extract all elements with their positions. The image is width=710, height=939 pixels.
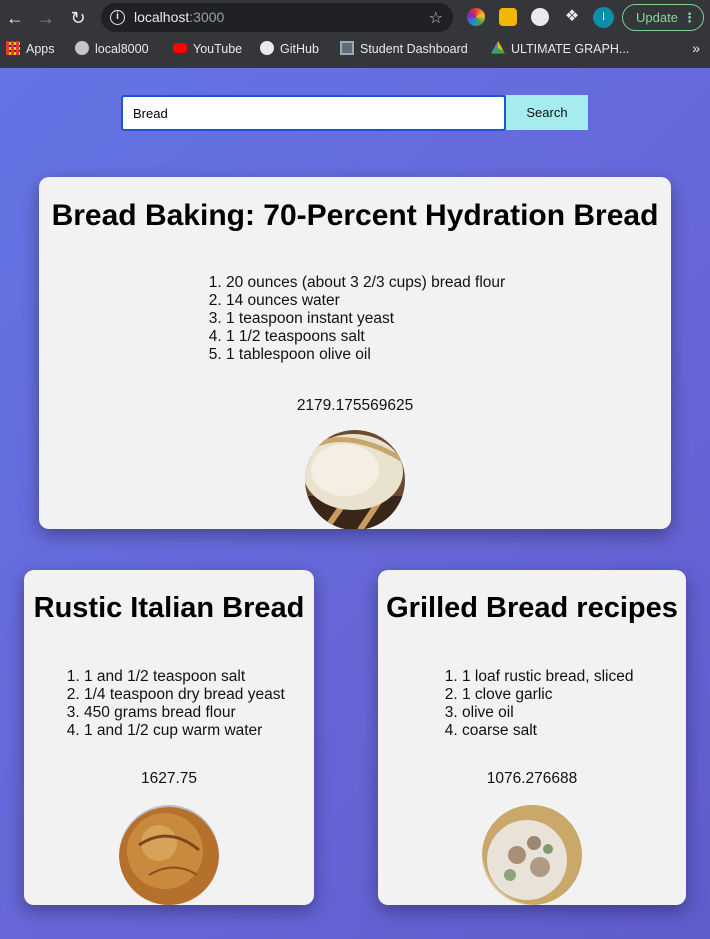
bookmark-label: YouTube bbox=[193, 42, 243, 56]
notes-extension-icon[interactable] bbox=[499, 8, 517, 26]
recipe-score: 2179.175569625 bbox=[296, 397, 414, 414]
ingredient-item: 1 and 1/2 teaspoon salt bbox=[84, 668, 285, 686]
bookmark-github[interactable]: GitHub bbox=[260, 40, 319, 58]
color-extension-icon[interactable] bbox=[467, 8, 485, 26]
bookmark-label: local8000 bbox=[95, 42, 149, 56]
menu-dots-icon[interactable]: ⋮ bbox=[683, 5, 696, 30]
ingredient-item: 1/4 teaspoon dry bread yeast bbox=[84, 686, 285, 704]
puzzle-icon[interactable]: ❖ bbox=[563, 8, 581, 26]
recipe-image bbox=[119, 805, 219, 905]
ingredient-item: 450 grams bread flour bbox=[84, 704, 285, 722]
recipe-title: Rustic Italian Bread bbox=[33, 592, 305, 624]
ingredient-item: olive oil bbox=[462, 704, 633, 722]
search-input[interactable] bbox=[121, 95, 506, 131]
ingredient-item: 1 clove garlic bbox=[462, 686, 633, 704]
url-text: localhost:3000 bbox=[134, 9, 224, 25]
bookmark-label: GitHub bbox=[280, 42, 319, 56]
ingredients-list: 1 and 1/2 teaspoon salt 1/4 teaspoon dry… bbox=[84, 668, 285, 740]
youtube-icon bbox=[173, 43, 187, 53]
bookmark-label: ULTIMATE GRAPH... bbox=[511, 42, 630, 56]
bookmark-youtube[interactable]: YouTube bbox=[173, 40, 242, 58]
ingredient-item: 14 ounces water bbox=[226, 292, 505, 310]
reload-icon[interactable]: ↻ bbox=[66, 6, 90, 30]
ingredients-list: 20 ounces (about 3 2/3 cups) bread flour… bbox=[226, 274, 505, 364]
github-icon bbox=[260, 41, 274, 55]
recipe-card: Rustic Italian Bread 1 and 1/2 teaspoon … bbox=[24, 570, 314, 905]
search-button[interactable]: Search bbox=[506, 95, 588, 130]
extension-icon[interactable] bbox=[531, 8, 549, 26]
ingredient-item: 20 ounces (about 3 2/3 cups) bread flour bbox=[226, 274, 505, 292]
avatar[interactable]: I bbox=[593, 7, 614, 28]
bookmark-ultimate-graph[interactable]: ULTIMATE GRAPH... bbox=[491, 40, 629, 58]
ingredient-item: 1 and 1/2 cup warm water bbox=[84, 722, 285, 740]
recipe-score: 1627.75 bbox=[140, 770, 198, 787]
bookmark-label: Apps bbox=[26, 42, 55, 56]
forward-icon[interactable]: → bbox=[34, 6, 58, 30]
update-button[interactable]: Update ⋮ bbox=[622, 4, 704, 31]
recipe-card: Bread Baking: 70-Percent Hydration Bread… bbox=[39, 177, 671, 529]
ingredient-item: 1 teaspoon instant yeast bbox=[226, 310, 505, 328]
update-label: Update bbox=[636, 10, 678, 25]
recipe-title: Bread Baking: 70-Percent Hydration Bread bbox=[51, 199, 659, 232]
bookmark-star-icon[interactable]: ☆ bbox=[429, 8, 443, 28]
recipe-score: 1076.276688 bbox=[486, 770, 578, 787]
bookmarks-bar: Apps local8000 YouTube GitHub Student Da… bbox=[0, 37, 710, 61]
more-bookmarks-icon[interactable]: » bbox=[692, 40, 700, 56]
bookmark-student-dashboard[interactable]: Student Dashboard bbox=[340, 40, 468, 58]
drive-icon bbox=[491, 41, 505, 54]
recipe-card: Grilled Bread recipes 1 loaf rustic brea… bbox=[378, 570, 686, 905]
browser-chrome: ← → ↻ i localhost:3000 ☆ ❖ I Update ⋮ App… bbox=[0, 0, 710, 68]
recipe-image bbox=[482, 805, 582, 905]
page-content: Search Bread Baking: 70-Percent Hydratio… bbox=[0, 68, 710, 939]
url-host: localhost bbox=[134, 9, 190, 25]
ingredients-list: 1 loaf rustic bread, sliced 1 clove garl… bbox=[462, 668, 633, 740]
globe-icon bbox=[75, 41, 89, 55]
ingredient-item: 1 loaf rustic bread, sliced bbox=[462, 668, 633, 686]
bookmark-local8000[interactable]: local8000 bbox=[75, 40, 149, 58]
ingredient-item: coarse salt bbox=[462, 722, 633, 740]
url-port: :3000 bbox=[189, 9, 225, 25]
recipe-title: Grilled Bread recipes bbox=[386, 592, 678, 624]
back-icon[interactable]: ← bbox=[3, 6, 27, 30]
address-bar[interactable]: i localhost:3000 ☆ bbox=[101, 3, 453, 32]
dashboard-icon bbox=[340, 41, 354, 55]
ingredient-item: 1 1/2 teaspoons salt bbox=[226, 328, 505, 346]
bookmark-label: Student Dashboard bbox=[360, 42, 468, 56]
info-icon[interactable]: i bbox=[110, 10, 125, 25]
ingredient-item: 1 tablespoon olive oil bbox=[226, 346, 505, 364]
recipe-image bbox=[305, 430, 405, 529]
bookmark-apps[interactable]: Apps bbox=[6, 40, 55, 58]
apps-grid-icon bbox=[6, 41, 20, 55]
browser-toolbar: ← → ↻ i localhost:3000 ☆ ❖ I Update ⋮ bbox=[0, 0, 710, 36]
